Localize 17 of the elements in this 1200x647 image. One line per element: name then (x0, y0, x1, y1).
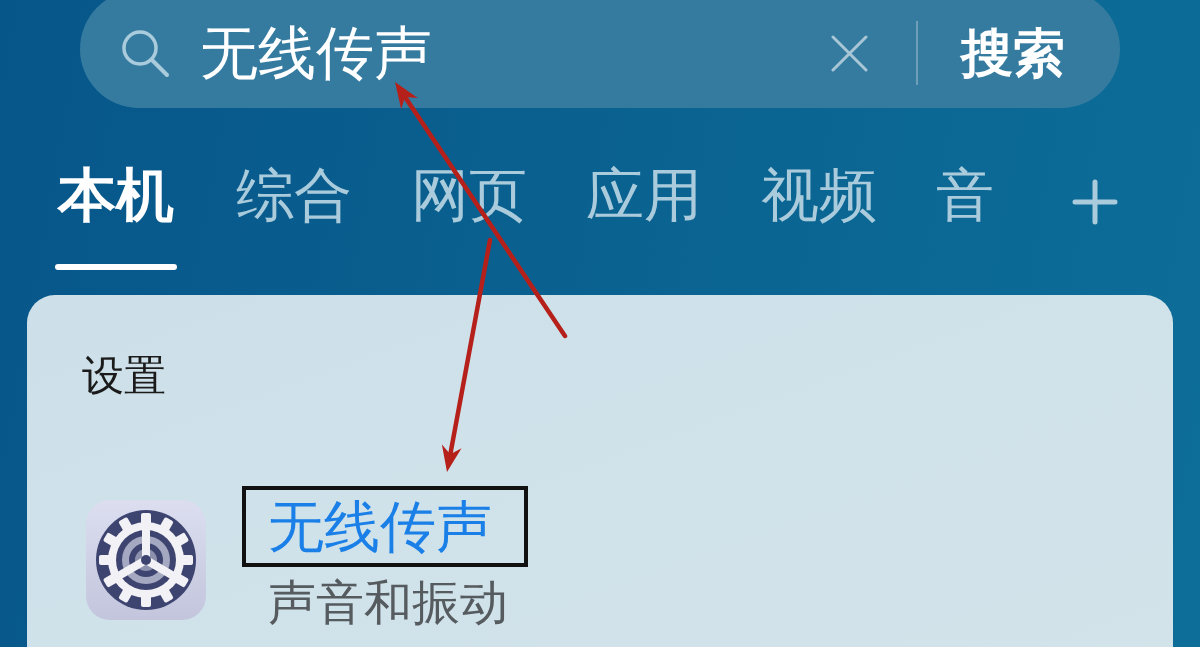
plus-icon (1072, 179, 1118, 225)
tab[interactable]: 网页 (411, 160, 527, 230)
tab[interactable]: 视频 (761, 160, 877, 230)
gear-icon (86, 500, 206, 620)
close-icon (831, 34, 868, 72)
search-button[interactable]: 搜索 (961, 21, 1065, 85)
tab[interactable]: 本机 (55, 160, 177, 270)
tab[interactable]: 音 (936, 160, 994, 230)
section-heading: 设置 (82, 351, 166, 401)
search-field[interactable]: 无线传声 搜索 (80, 0, 1120, 108)
clear-button[interactable] (831, 34, 868, 72)
add-tab-button[interactable] (1072, 179, 1118, 225)
tab[interactable]: 综合 (236, 160, 352, 230)
tab[interactable]: 应用 (586, 160, 702, 230)
result-subtitle: 声音和振动 (268, 573, 508, 631)
search-icon (120, 28, 170, 78)
result-title[interactable]: 无线传声 (268, 490, 492, 563)
